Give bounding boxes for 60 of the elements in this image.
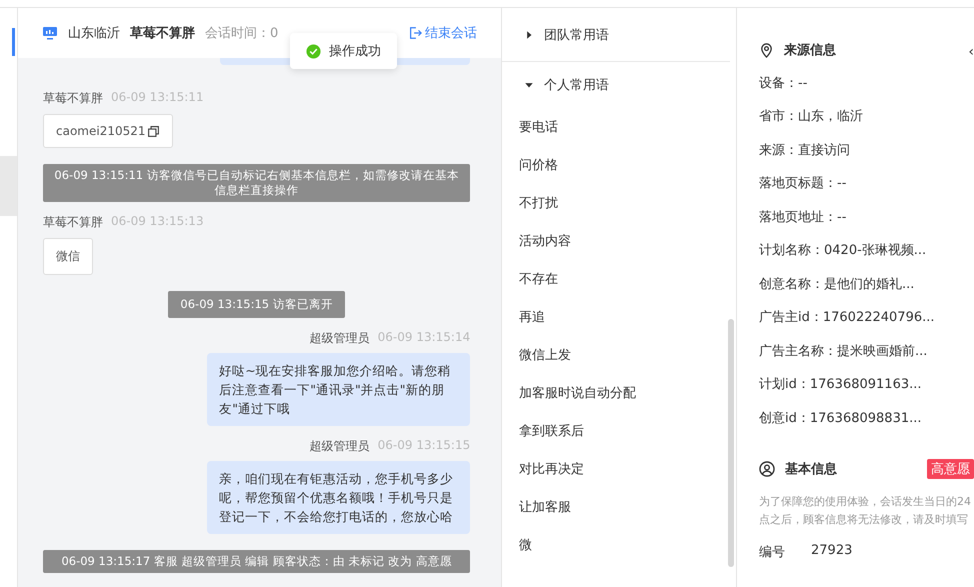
info-field: 创意id：176368098831... [759, 401, 974, 434]
session-time: 会话时间：0 [205, 25, 278, 42]
phrase-item[interactable]: 对比再决定 [502, 450, 736, 488]
message-bubble: 亲，咱们现在有钜惠活动，您手机号多少呢，帮您预留个优惠名额哦！手机号只是登记一下，不会给您打电话的，您放心哈 [207, 461, 470, 534]
copy-icon [146, 124, 160, 138]
active-indicator [12, 28, 15, 56]
info-field: 落地页地址：-- [759, 200, 974, 234]
visitor-name: 草莓不算胖 [130, 25, 195, 42]
caret-down-icon [524, 80, 534, 90]
phrase-item[interactable]: 再追 [502, 298, 736, 336]
phrase-item[interactable]: 让加客服 [502, 488, 736, 526]
info-field: 落地页标题：-- [759, 166, 974, 200]
info-note: 为了保障您的使用体验，会话发生当日的24点之后，顾客信息将无法修改，请及时填写 [759, 494, 972, 528]
phrase-item[interactable]: 活动内容 [502, 222, 736, 260]
sender-name: 草莓不算胖 [43, 214, 103, 231]
collapse-icon[interactable]: ‹ [968, 44, 974, 60]
info-field: 计划id：176368091163... [759, 368, 974, 401]
phrase-item[interactable]: 加客服时说自动分配 [502, 374, 736, 412]
message-time: 06-09 13:15:15 [378, 438, 470, 454]
field-label: 编号 [759, 544, 785, 560]
phrase-item[interactable]: 拿到联系后 [502, 412, 736, 450]
user-circle-icon [759, 460, 775, 476]
info-field: 计划名称：0420-张琳视频... [759, 234, 974, 267]
system-notice: 06-09 13:15:15 访客已离开 [168, 291, 345, 318]
phrase-item[interactable]: 要电话 [502, 108, 736, 146]
system-notice: 06-09 13:15:11 访客微信号已自动标记右侧基本信息栏，如需修改请在基本信息栏直接操作 [43, 164, 470, 202]
message-bubble: 好哒~现在安排客服加您介绍哈。请您稍后注意查看一下"通讯录"并点击"新的朋友"通过下哦 [207, 353, 470, 426]
monitor-icon [42, 25, 58, 41]
sender-name: 超级管理员 [310, 438, 370, 455]
phrase-item[interactable]: 微 [502, 526, 736, 564]
info-field: 广告主名称：提米映画婚前... [759, 334, 974, 368]
info-field: 省市：山东，临沂 [759, 100, 974, 133]
info-field: 广告主id：176022240796... [759, 300, 974, 334]
section-title: 来源信息 [784, 42, 836, 59]
sidebar-item[interactable] [0, 156, 17, 216]
exit-icon [408, 26, 422, 40]
message-time: 06-09 13:15:13 [111, 214, 204, 230]
message-text: caomei210521 [56, 124, 146, 138]
message-text: 微信 [56, 248, 80, 265]
field-value: 27923 [811, 542, 852, 560]
phrase-item[interactable]: 不存在 [502, 260, 736, 298]
system-notice: 06-09 13:15:17 客服 超级管理员 编辑 顾客状态：由 未标记 改为 高意愿 [43, 550, 470, 573]
info-field: 设备：-- [759, 66, 974, 100]
sender-name: 草莓不算胖 [43, 90, 103, 107]
visitor-location: 山东临沂 [68, 25, 120, 42]
location-pin-icon [759, 42, 774, 58]
phrase-item[interactable]: 不打扰 [502, 184, 736, 222]
check-circle-icon [306, 44, 321, 58]
message-time: 06-09 13:15:11 [111, 90, 204, 106]
section-title: 基本信息 [785, 460, 837, 478]
status-tag: 高意愿 [927, 458, 974, 478]
message-time: 06-09 13:15:14 [378, 330, 470, 346]
info-field: 创意名称：是他们的婚礼... [759, 267, 974, 300]
phrase-item[interactable]: 问价格 [502, 146, 736, 184]
scrollbar[interactable] [728, 319, 734, 567]
info-field: 来源：直接访问 [759, 133, 974, 166]
toast-text: 操作成功 [329, 43, 381, 60]
sender-name: 超级管理员 [310, 330, 370, 347]
phrase-item[interactable]: 微信上发 [502, 336, 736, 374]
end-session-button[interactable]: 结束会话 [408, 24, 478, 42]
